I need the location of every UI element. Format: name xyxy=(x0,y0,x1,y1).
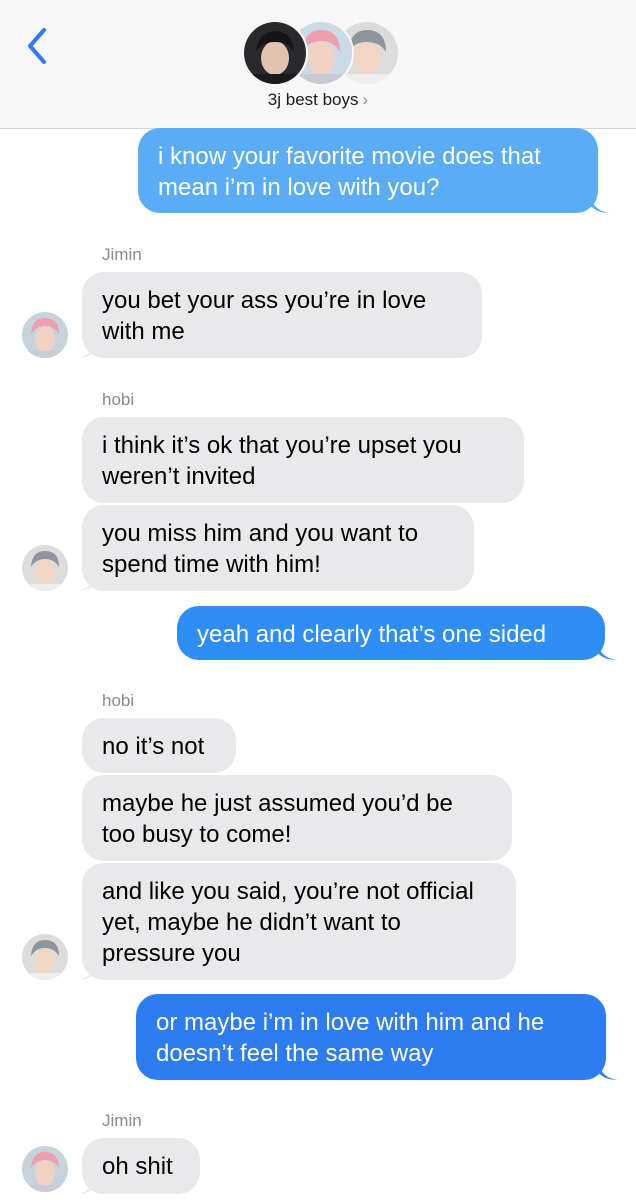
jimin-avatar[interactable] xyxy=(22,312,68,358)
received-message-bubble[interactable]: i think it’s ok that you’re upset you we… xyxy=(82,417,524,503)
message-text: you bet your ass you’re in love with me xyxy=(102,287,427,345)
sender-name: Jimin xyxy=(102,1111,142,1130)
bubble-tail xyxy=(590,193,610,213)
received-message-bubble[interactable]: maybe he just assumed you’d be too busy … xyxy=(82,775,512,861)
group-avatars[interactable] xyxy=(242,20,400,86)
hobi-avatar[interactable] xyxy=(22,934,68,980)
group-name-button[interactable]: 3j best boys › xyxy=(0,90,636,110)
received-message-bubble[interactable]: and like you said, you’re not official y… xyxy=(82,863,516,980)
chevron-right-icon: › xyxy=(362,90,369,109)
received-message-bubble[interactable]: you bet your ass you’re in love with me xyxy=(82,272,482,358)
bubble-tail xyxy=(598,1060,618,1080)
hobi-avatar[interactable] xyxy=(22,545,68,591)
received-message-bubble[interactable]: oh shit xyxy=(82,1138,200,1194)
jimin-avatar[interactable] xyxy=(22,1146,68,1192)
avatar-member-1 xyxy=(242,20,308,86)
message-text: oh shit xyxy=(102,1153,173,1180)
sent-message-bubble[interactable]: yeah and clearly that’s one sided xyxy=(177,606,605,660)
sender-name: hobi xyxy=(102,390,135,409)
message-text: no it’s not xyxy=(102,733,205,760)
sent-message-bubble[interactable]: i know your favorite movie does that mea… xyxy=(138,128,598,213)
group-name-label: 3j best boys xyxy=(267,90,359,109)
message-text: i think it’s ok that you’re upset you we… xyxy=(102,432,462,490)
bubble-tail xyxy=(76,338,96,358)
sent-message-bubble[interactable]: or maybe i’m in love with him and he doe… xyxy=(136,994,606,1080)
message-text: and like you said, you’re not official y… xyxy=(102,878,474,967)
message-text: or maybe i’m in love with him and he doe… xyxy=(156,1009,545,1067)
message-text: maybe he just assumed you’d be too busy … xyxy=(102,790,453,848)
message-text: i know your favorite movie does that mea… xyxy=(158,143,541,201)
bubble-tail xyxy=(597,640,617,660)
bubble-tail xyxy=(76,571,96,591)
sender-name: hobi xyxy=(102,691,135,710)
received-message-bubble[interactable]: no it’s not xyxy=(82,718,236,773)
bubble-tail xyxy=(76,1174,96,1194)
chevron-left-icon xyxy=(28,28,46,64)
conversation-header: 3j best boys › xyxy=(0,0,636,129)
bubble-tail xyxy=(76,960,96,980)
message-text: you miss him and you want to spend time … xyxy=(102,520,419,578)
sender-name: Jimin xyxy=(102,245,142,264)
back-button[interactable] xyxy=(18,24,58,68)
message-text: yeah and clearly that’s one sided xyxy=(197,621,547,648)
received-message-bubble[interactable]: you miss him and you want to spend time … xyxy=(82,505,474,591)
